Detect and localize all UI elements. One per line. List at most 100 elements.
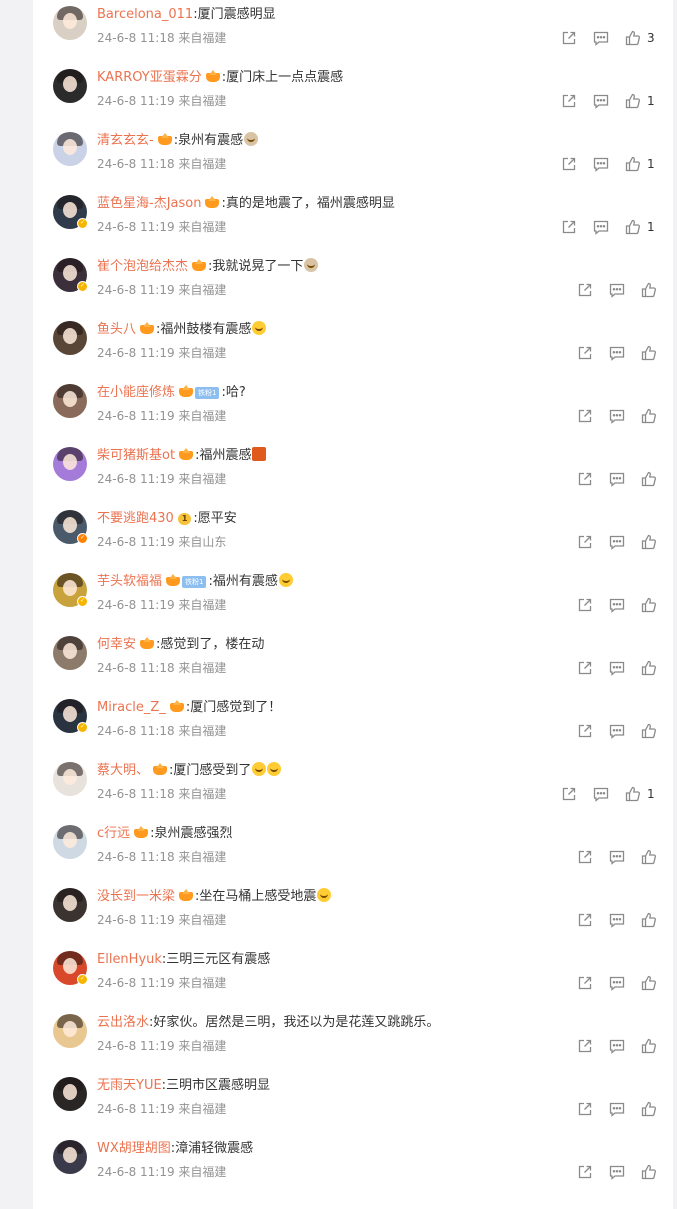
commenter-name[interactable]: 云出洛水 — [97, 1015, 149, 1030]
share-icon[interactable] — [577, 975, 593, 991]
like-button[interactable]: 1 — [625, 219, 655, 235]
share-icon[interactable] — [577, 849, 593, 865]
like-button[interactable] — [641, 660, 657, 676]
like-button[interactable] — [641, 849, 657, 865]
avatar[interactable] — [53, 132, 87, 166]
avatar[interactable] — [53, 888, 87, 922]
like-button[interactable]: 1 — [625, 156, 655, 172]
reply-icon[interactable] — [609, 849, 625, 865]
vip-crown-icon[interactable] — [157, 133, 172, 145]
member-level-badge[interactable]: 1 — [177, 513, 192, 525]
vip-crown-icon[interactable] — [169, 700, 184, 712]
reply-icon[interactable] — [609, 912, 625, 928]
fan-badge[interactable]: 铁粉1 — [195, 387, 220, 399]
vip-crown-icon[interactable] — [140, 322, 155, 334]
fan-badge[interactable]: 铁粉1 — [182, 576, 207, 588]
reply-icon[interactable] — [593, 156, 609, 172]
avatar[interactable] — [53, 69, 87, 103]
share-icon[interactable] — [577, 1038, 593, 1054]
reply-icon[interactable] — [609, 1038, 625, 1054]
commenter-name[interactable]: 崔个泡泡给杰杰 — [97, 259, 188, 274]
commenter-name[interactable]: KARROY亚蛋霖分 — [97, 70, 202, 85]
reply-icon[interactable] — [609, 597, 625, 613]
vip-crown-icon[interactable] — [153, 763, 168, 775]
like-button[interactable] — [641, 975, 657, 991]
like-button[interactable]: 1 — [625, 786, 655, 802]
reply-icon[interactable] — [609, 282, 625, 298]
like-button[interactable] — [641, 408, 657, 424]
reply-icon[interactable] — [593, 93, 609, 109]
share-icon[interactable] — [561, 30, 577, 46]
reply-icon[interactable] — [609, 1164, 625, 1180]
avatar[interactable] — [53, 1077, 87, 1111]
share-icon[interactable] — [577, 1164, 593, 1180]
vip-crown-icon[interactable] — [179, 448, 194, 460]
share-icon[interactable] — [577, 660, 593, 676]
reply-icon[interactable] — [609, 975, 625, 991]
reply-icon[interactable] — [593, 219, 609, 235]
reply-icon[interactable] — [593, 30, 609, 46]
share-icon[interactable] — [577, 723, 593, 739]
commenter-name[interactable]: 蔡大明、 — [97, 763, 149, 778]
like-button[interactable]: 1 — [625, 93, 655, 109]
reply-icon[interactable] — [609, 723, 625, 739]
commenter-name[interactable]: c行远 — [97, 826, 130, 841]
like-button[interactable] — [641, 471, 657, 487]
avatar[interactable] — [53, 1014, 87, 1048]
vip-crown-icon[interactable] — [205, 196, 220, 208]
vip-crown-icon[interactable] — [166, 574, 181, 586]
share-icon[interactable] — [561, 93, 577, 109]
commenter-name[interactable]: 在小能座修炼 — [97, 385, 175, 400]
avatar[interactable] — [53, 6, 87, 40]
reply-icon[interactable] — [609, 345, 625, 361]
vip-crown-icon[interactable] — [179, 889, 194, 901]
reply-icon[interactable] — [609, 1101, 625, 1117]
like-button[interactable]: 3 — [625, 30, 655, 46]
reply-icon[interactable] — [593, 786, 609, 802]
avatar[interactable] — [53, 825, 87, 859]
share-icon[interactable] — [577, 597, 593, 613]
avatar[interactable] — [53, 762, 87, 796]
like-button[interactable] — [641, 1101, 657, 1117]
like-button[interactable] — [641, 723, 657, 739]
commenter-name[interactable]: Barcelona_011 — [97, 7, 193, 22]
share-icon[interactable] — [577, 282, 593, 298]
commenter-name[interactable]: 清玄玄玄- — [97, 133, 154, 148]
like-button[interactable] — [641, 282, 657, 298]
like-button[interactable] — [641, 597, 657, 613]
share-icon[interactable] — [561, 156, 577, 172]
commenter-name[interactable]: Miracle_Z_ — [97, 700, 166, 715]
vip-crown-icon[interactable] — [192, 259, 207, 271]
commenter-name[interactable]: 蓝色星海-杰Jason — [97, 196, 201, 211]
vip-crown-icon[interactable] — [205, 70, 220, 82]
commenter-name[interactable]: 没长到一米梁 — [97, 889, 175, 904]
like-button[interactable] — [641, 1038, 657, 1054]
vip-crown-icon[interactable] — [140, 637, 155, 649]
commenter-name[interactable]: 芋头软福福 — [97, 574, 162, 589]
commenter-name[interactable]: 何幸安 — [97, 637, 136, 652]
vip-crown-icon[interactable] — [134, 826, 149, 838]
commenter-name[interactable]: WX胡理胡图 — [97, 1141, 171, 1156]
reply-icon[interactable] — [609, 534, 625, 550]
reply-icon[interactable] — [609, 471, 625, 487]
like-button[interactable] — [641, 1164, 657, 1180]
commenter-name[interactable]: 不要逃跑430 — [97, 511, 174, 526]
share-icon[interactable] — [577, 1101, 593, 1117]
reply-icon[interactable] — [609, 660, 625, 676]
commenter-name[interactable]: 柴可猪斯基ot — [97, 448, 175, 463]
share-icon[interactable] — [577, 345, 593, 361]
like-button[interactable] — [641, 345, 657, 361]
commenter-name[interactable]: 鱼头八 — [97, 322, 136, 337]
like-button[interactable] — [641, 534, 657, 550]
reply-icon[interactable] — [609, 408, 625, 424]
share-icon[interactable] — [577, 912, 593, 928]
vip-crown-icon[interactable] — [179, 385, 194, 397]
commenter-name[interactable]: EllenHyuk — [97, 952, 162, 967]
avatar[interactable] — [53, 384, 87, 418]
share-icon[interactable] — [577, 408, 593, 424]
avatar[interactable] — [53, 1140, 87, 1174]
share-icon[interactable] — [577, 471, 593, 487]
avatar[interactable] — [53, 321, 87, 355]
share-icon[interactable] — [561, 219, 577, 235]
commenter-name[interactable]: 无雨天YUE — [97, 1078, 162, 1093]
